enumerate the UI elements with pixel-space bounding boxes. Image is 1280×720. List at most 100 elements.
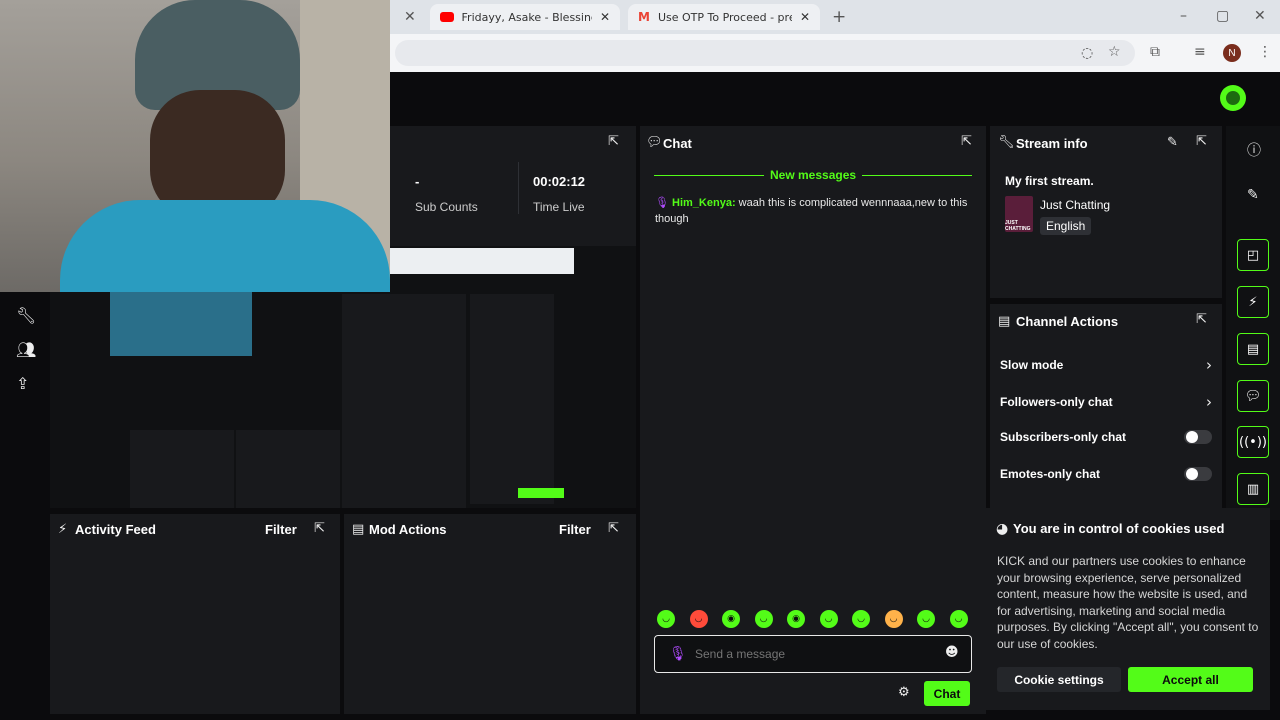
sub-count-value: - [415, 174, 420, 189]
channel-actions-panel: ▤ Channel Actions ⇱ Slow mode › Follower… [990, 304, 1222, 508]
broadcast-icon: ((•)) [1239, 434, 1267, 450]
divider [518, 162, 519, 214]
upload-icon[interactable]: ⇪ [16, 374, 29, 393]
profile-avatar[interactable]: N [1223, 44, 1241, 62]
tab-title: Use OTP To Proceed - prettype [657, 10, 792, 24]
notes-button[interactable]: ▤ [1237, 333, 1269, 365]
broadcast-button[interactable]: ((•)) [1237, 426, 1269, 458]
browser-tab-gmail[interactable]: M Use OTP To Proceed - prettype ✕ [628, 4, 820, 30]
chat-settings-gear-icon[interactable]: ⚙ [898, 685, 910, 700]
activity-feed-panel: ⚡︎ Activity Feed Filter ⇱ [50, 514, 340, 714]
chat-input[interactable] [695, 645, 935, 663]
channel-actions-title: Channel Actions [1016, 314, 1119, 329]
minimize-icon[interactable]: – [1180, 8, 1187, 24]
wrench-icon: 🔧︎ [998, 135, 1015, 150]
cookie-settings-button[interactable]: Cookie settings [997, 667, 1121, 692]
expand-icon[interactable]: ⇱ [1196, 312, 1207, 327]
maximize-icon[interactable]: ▢ [1216, 8, 1229, 24]
action-slow-mode[interactable]: Slow mode › [1000, 356, 1212, 374]
document-icon: ▤ [352, 522, 365, 537]
emote-icon[interactable]: ◡ [917, 610, 935, 628]
category-name[interactable]: Just Chatting [1040, 198, 1110, 212]
emote-icon[interactable]: ◡ [754, 610, 773, 628]
preview-webcam [110, 292, 252, 356]
action-emotes-only: Emotes-only chat [1000, 467, 1212, 481]
media-icon[interactable]: ≡ [1194, 44, 1206, 60]
document-icon: ▤ [1246, 341, 1260, 357]
preview-activity-feed [130, 430, 234, 508]
chat-bubble-icon: 💬︎ [1244, 388, 1262, 404]
expand-icon[interactable]: ⇱ [961, 134, 972, 149]
emotes-only-toggle[interactable] [1184, 467, 1212, 481]
expand-icon[interactable]: ⇱ [608, 521, 619, 536]
chat-toggle-button[interactable]: 💬︎ [1237, 380, 1269, 412]
time-live-label: Time Live [533, 200, 585, 214]
preview-mod-actions [236, 430, 340, 508]
close-window-icon[interactable]: ✕ [1254, 8, 1266, 24]
cookie-icon: ◕ [996, 521, 1009, 537]
mod-filter-button[interactable]: Filter [559, 522, 591, 537]
layout-button[interactable]: ▥ [1237, 473, 1269, 505]
activity-filter-button[interactable]: Filter [265, 522, 297, 537]
close-tab-icon[interactable]: ✕ [800, 10, 810, 24]
emote-icon[interactable]: ◉ [787, 610, 805, 628]
emote-icon[interactable]: ◡ [949, 610, 968, 628]
emote-icon[interactable]: ◡ [689, 610, 708, 628]
screenshot-button[interactable]: ◰ [1237, 239, 1269, 271]
language-badge: English [1040, 217, 1092, 235]
eye-off-icon[interactable]: ◌ [1081, 45, 1093, 61]
preview-side-panels [470, 294, 554, 504]
edit-pencil-icon[interactable]: ✎ [1167, 135, 1178, 150]
close-tab-icon[interactable]: ✕ [404, 9, 416, 25]
expand-icon[interactable]: ⇱ [608, 134, 619, 149]
extensions-icon[interactable]: ⧉ [1150, 44, 1160, 60]
emoji-picker-icon[interactable]: ☻ [945, 645, 959, 660]
info-icon[interactable]: ⓘ [1247, 140, 1261, 160]
stats-panel: ⇱ - Sub Counts 00:02:12 Time Live [390, 126, 636, 246]
users-icon[interactable]: 👥︎ [16, 340, 36, 359]
chat-input-box[interactable]: 🎙︎ ☻ [654, 635, 972, 673]
subscribers-only-toggle[interactable] [1184, 430, 1212, 444]
webcam-overlay [0, 0, 390, 292]
new-tab-button[interactable]: + [832, 7, 846, 27]
activity-feed-title: Activity Feed [75, 522, 156, 537]
microphone-badge-icon: 🎙︎ [655, 197, 669, 209]
action-label: Followers-only chat [1000, 395, 1113, 409]
cookie-body: KICK and our partners use cookies to enh… [997, 554, 1259, 651]
edit-pencil-icon[interactable]: ✎ [1247, 187, 1259, 203]
bookmark-star-icon[interactable]: ☆ [1108, 44, 1121, 60]
lightning-icon: ⚡︎ [1248, 294, 1258, 310]
emote-icon[interactable]: ◡ [884, 610, 903, 628]
expand-icon[interactable]: ⇱ [1196, 134, 1207, 149]
stream-title: My first stream. [1005, 174, 1094, 188]
chat-panel: 💬︎ Chat ⇱ New messages 🎙︎ Him_Kenya: waa… [640, 126, 986, 714]
time-live-value: 00:02:12 [533, 174, 586, 189]
chat-message: 🎙︎ Him_Kenya: waah this is complicated w… [655, 195, 975, 227]
emote-icon[interactable]: ◡ [657, 610, 675, 628]
more-menu-icon[interactable]: ⋮ [1258, 44, 1272, 60]
mod-actions-title: Mod Actions [369, 522, 447, 537]
close-tab-icon[interactable]: ✕ [600, 10, 610, 24]
stream-info-panel: 🔧︎ Stream info ✎ ⇱ My first stream. JUST… [990, 126, 1222, 298]
emote-icon[interactable]: ◡ [819, 610, 838, 628]
emote-icon[interactable]: ◡ [852, 610, 870, 628]
screen-capture-icon: ◰ [1246, 247, 1260, 263]
emote-bar: ◡ ◡ ◉ ◡ ◉ ◡ ◡ ◡ ◡ ◡ [657, 610, 968, 628]
new-messages-label: New messages [764, 168, 863, 182]
url-field[interactable] [395, 40, 1135, 66]
user-avatar[interactable] [1220, 85, 1246, 111]
channel-actions-icon: ▤ [998, 314, 1011, 329]
expand-icon[interactable]: ⇱ [314, 521, 325, 536]
category-thumbnail[interactable]: JUST CHATTING [1005, 196, 1033, 232]
accept-all-button[interactable]: Accept all [1128, 667, 1253, 692]
browser-tab-youtube[interactable]: Fridayy, Asake - Blessings (Rem ✕ [430, 4, 620, 30]
lightning-icon: ⚡︎ [58, 522, 68, 537]
wrench-icon[interactable]: 🔧︎ [16, 306, 36, 325]
chevron-right-icon: › [1206, 356, 1212, 374]
action-followers-only[interactable]: Followers-only chat › [1000, 393, 1212, 411]
emote-icon[interactable]: ◉ [722, 610, 740, 628]
quick-action-button[interactable]: ⚡︎ [1237, 286, 1269, 318]
chat-username[interactable]: Him_Kenya: [672, 197, 736, 209]
chat-send-button[interactable]: Chat [924, 681, 970, 706]
cookie-title: You are in control of cookies used [1013, 521, 1225, 536]
